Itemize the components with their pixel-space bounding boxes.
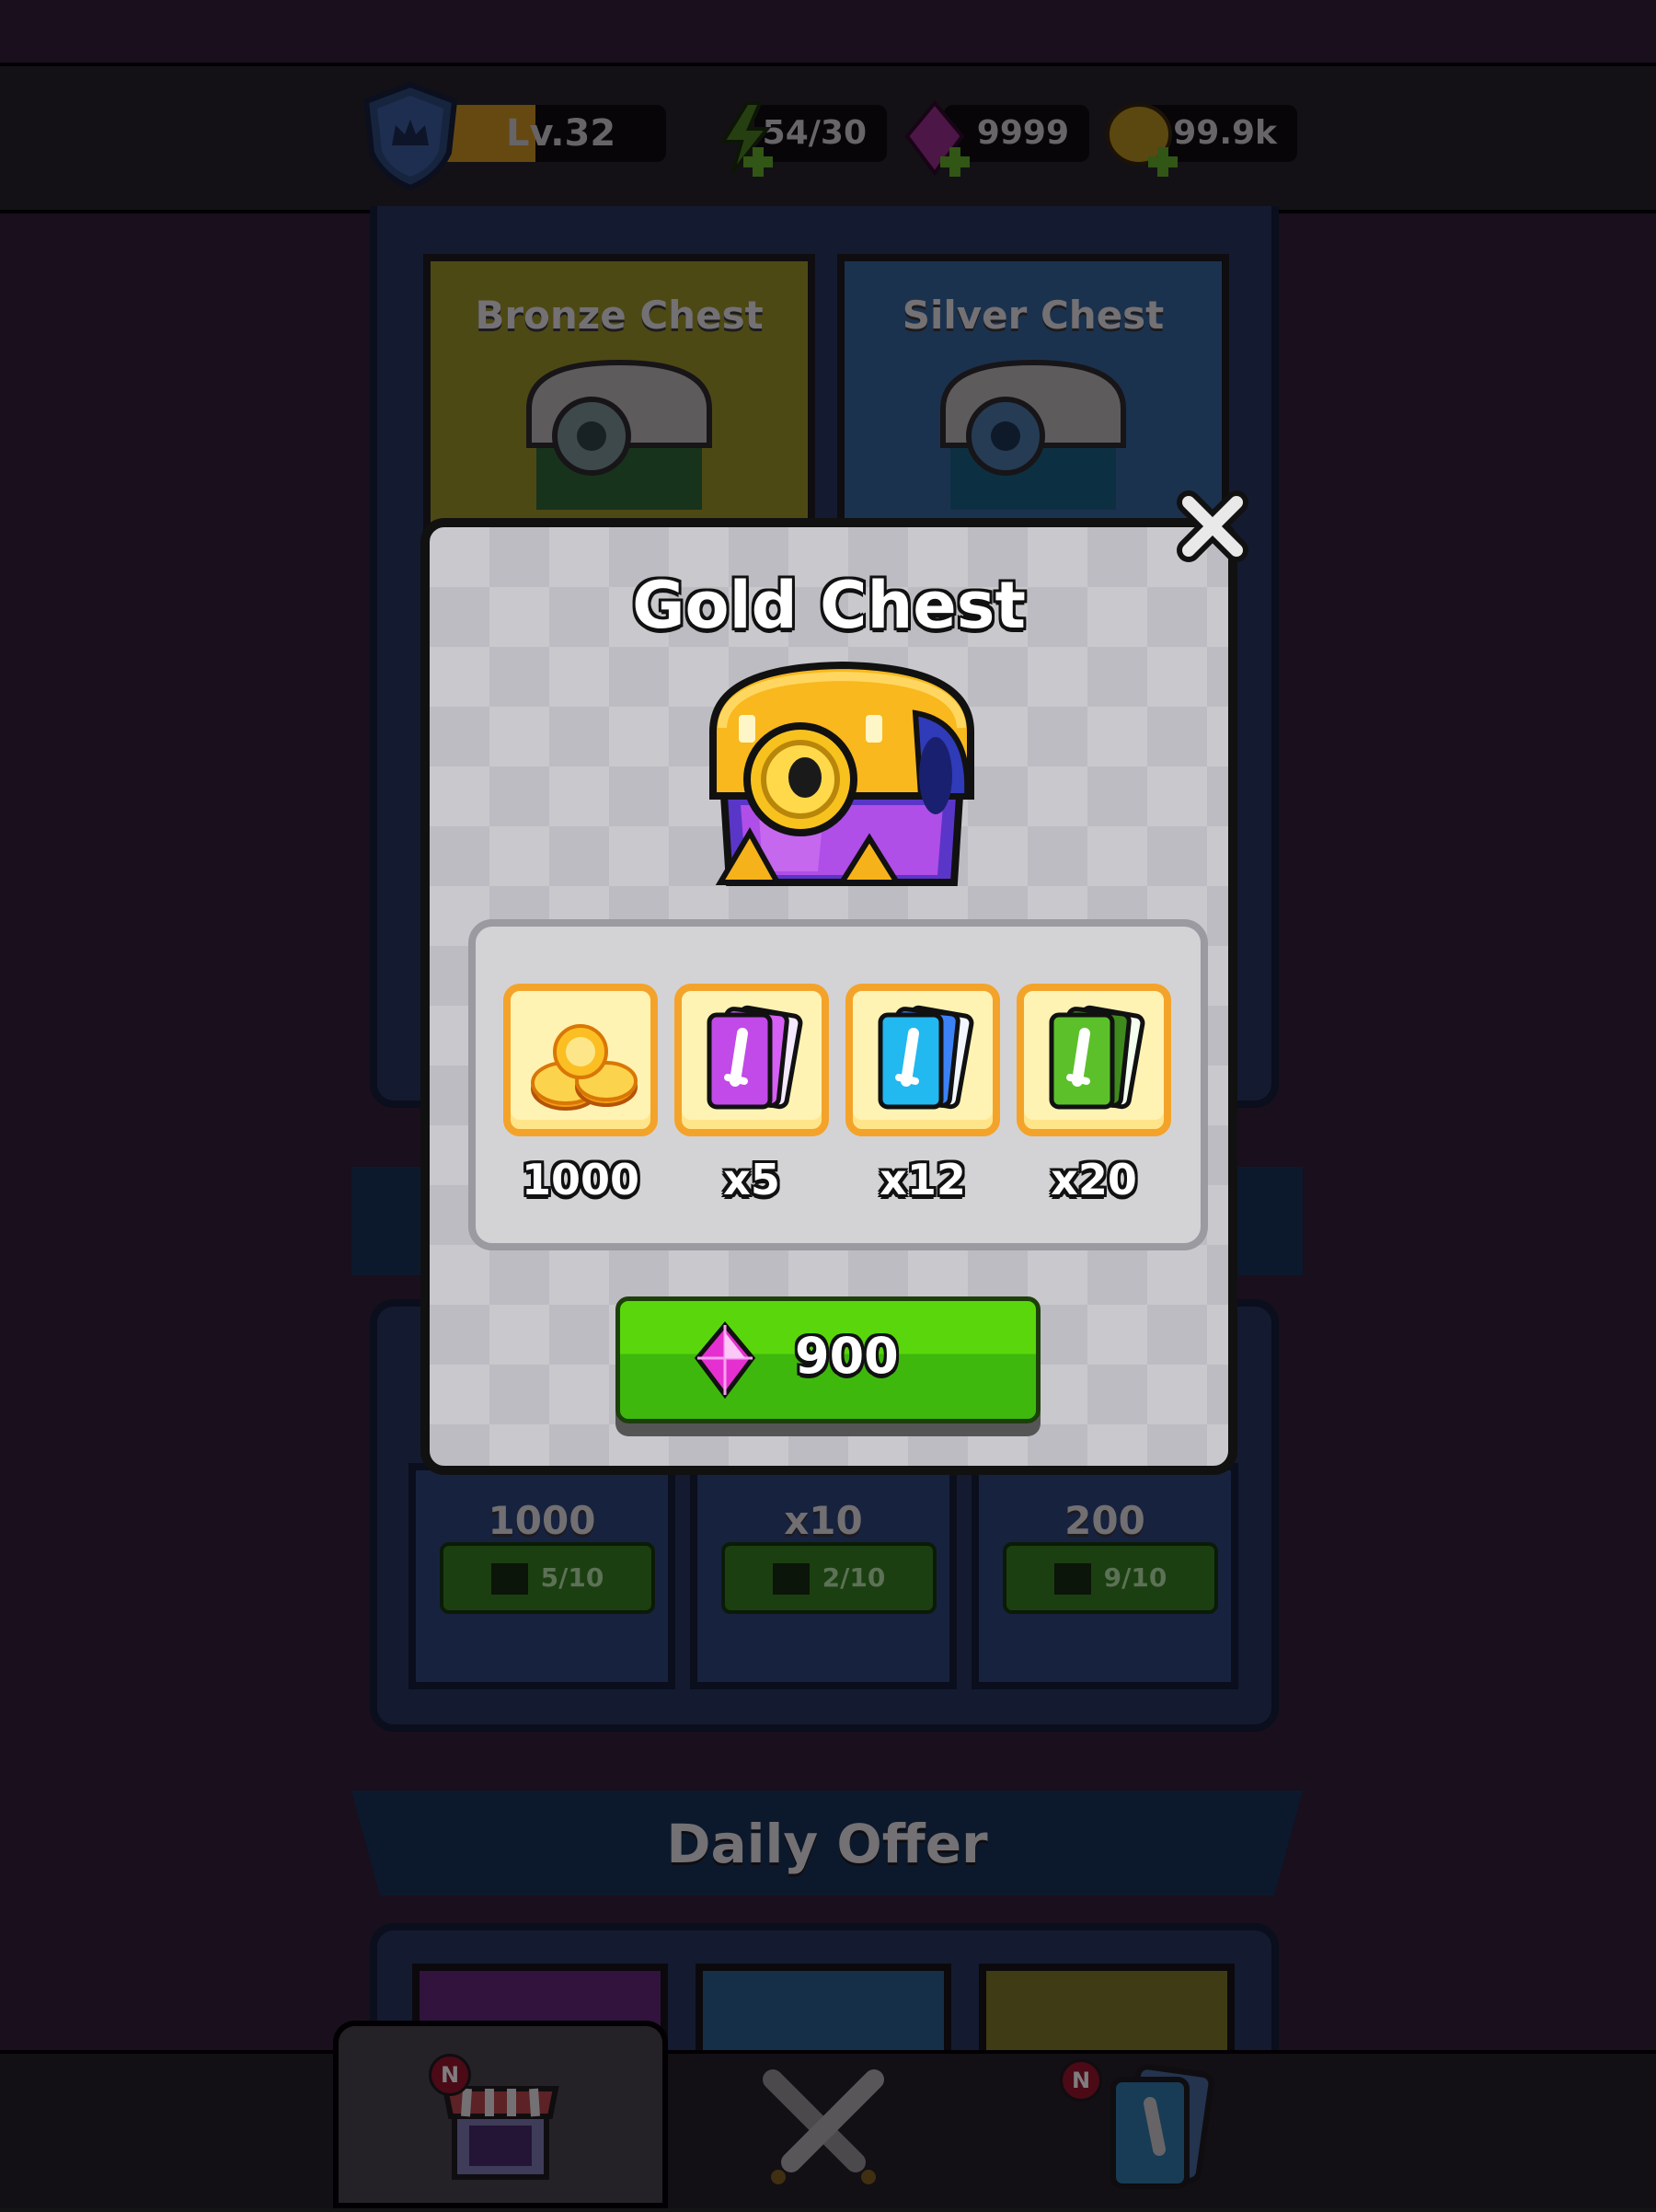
modal-title: Gold Chest [632, 568, 1026, 643]
close-icon[interactable] [1174, 488, 1251, 565]
gem-icon [694, 1321, 756, 1399]
reward-tile-coins [503, 984, 658, 1136]
reward-value: x12 [880, 1155, 966, 1204]
price-label: 900 [795, 1327, 899, 1385]
purple-cards-icon [707, 1005, 803, 1110]
green-cards-icon [1049, 1005, 1145, 1110]
rewards-box: 1000 x5 x12 x20 [468, 919, 1208, 1250]
reward-value: x5 [723, 1155, 780, 1204]
reward-tile-green-cards [1017, 984, 1171, 1136]
blue-cards-icon [878, 1005, 974, 1110]
reward-tile-purple-cards [674, 984, 829, 1136]
reward-tile-blue-cards [845, 984, 1000, 1136]
gold-coins-icon [531, 1024, 638, 1111]
buy-gold-chest-button[interactable]: 900 [615, 1296, 1041, 1423]
gold-chest-modal: Gold Chest 1000 x5 x12 x20 900 [420, 518, 1237, 1475]
gold-chest-icon [709, 661, 974, 886]
reward-value: 1000 [521, 1155, 640, 1204]
reward-value: x20 [1051, 1155, 1137, 1204]
